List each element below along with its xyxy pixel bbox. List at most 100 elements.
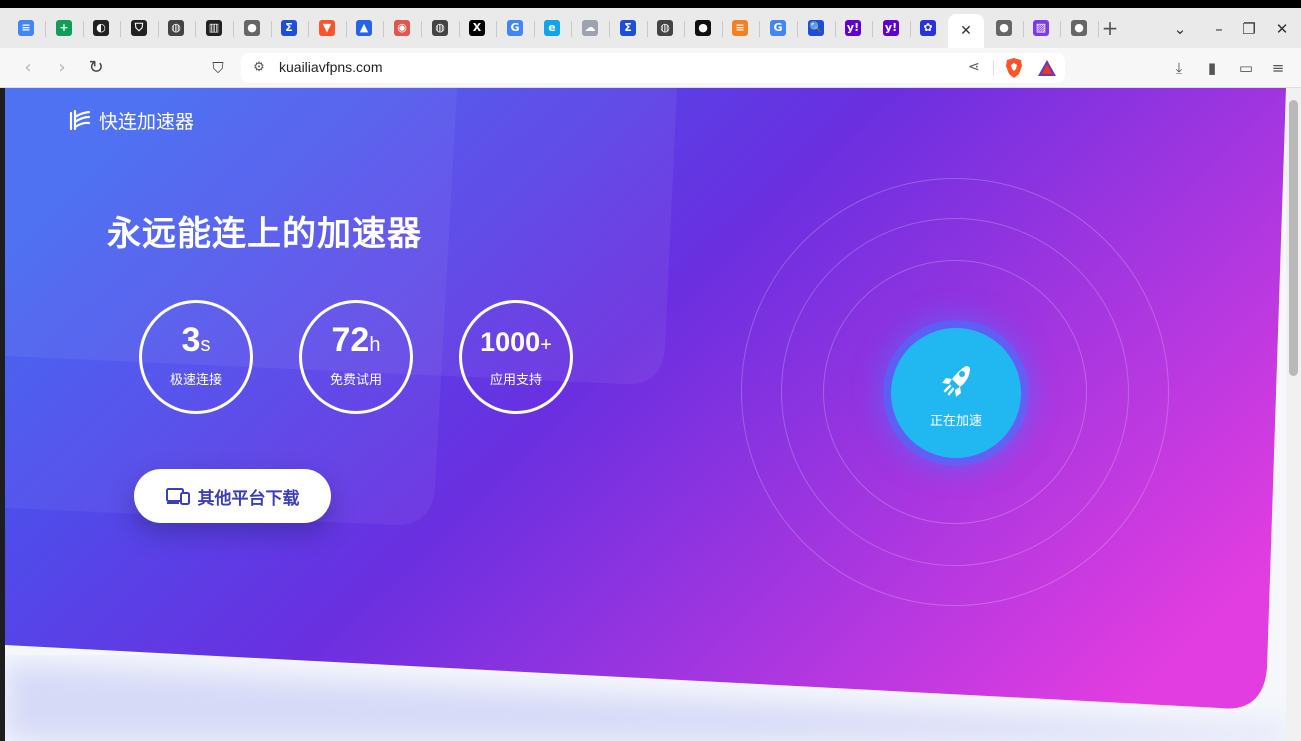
yahoo-icon: y!	[845, 20, 861, 36]
new-tab-button[interactable]: +	[1099, 18, 1121, 40]
omnibox-divider	[993, 60, 994, 76]
globe-grid-icon: ◍	[168, 20, 184, 36]
page-scrollbar[interactable]	[1286, 88, 1301, 741]
circle-swirl-icon: ◐	[93, 20, 109, 36]
tab[interactable]: y!	[873, 14, 909, 42]
x-logo-icon: X	[469, 20, 485, 36]
tab[interactable]: ⛉	[121, 14, 157, 42]
tab[interactable]: Σ	[271, 14, 307, 42]
brand-name: 快连加速器	[99, 110, 195, 133]
globe-icon: ●	[1071, 20, 1087, 36]
menu-icon[interactable]: ≡	[1268, 58, 1288, 78]
brave-rewards-icon[interactable]	[1037, 58, 1057, 78]
magnifier-icon: 🔍	[808, 20, 824, 36]
wallet-icon[interactable]: ▭	[1236, 58, 1256, 78]
tab[interactable]: 🔍	[798, 14, 834, 42]
restore-button[interactable]: ❐	[1240, 20, 1258, 38]
sheets-icon: +	[56, 20, 72, 36]
minimize-button[interactable]: –	[1210, 20, 1228, 38]
tab-strip: + ⌄ – ❐ ✕ ≡ + ◐ ⛉ ◍ ▥ ● Σ ▼ ▲ ◉ ◍ X Ge ☁ Σ ◍ ● ≡ G 🔍 y! y! ✿ ✕ ● ▨…	[0, 0, 1301, 48]
tab[interactable]: X	[459, 14, 495, 42]
vpn-site-icon: ▨	[1033, 20, 1049, 36]
stat-value: 3s	[181, 321, 211, 359]
yahoo-icon: y!	[883, 20, 899, 36]
address-bar[interactable]: ⚙ kuailiavfpns.com ⋖	[241, 53, 1065, 83]
tab[interactable]: G	[760, 14, 796, 42]
shield-icon: ⛉	[131, 20, 147, 36]
tab[interactable]: ◉	[384, 14, 420, 42]
tab[interactable]: ▲	[346, 14, 382, 42]
brand-mark-icon	[69, 109, 91, 131]
tab[interactable]: G	[497, 14, 533, 42]
bank-icon: ▥	[206, 20, 222, 36]
share-icon[interactable]: ⋖	[968, 59, 980, 75]
devices-icon	[165, 488, 190, 505]
cloud-icon: ☁	[582, 20, 598, 36]
tab[interactable]: ●	[1061, 14, 1097, 42]
brand-logo[interactable]: 快连加速器	[69, 107, 194, 133]
download-button-label: 其他平台下载	[197, 488, 300, 509]
sidebar-icon[interactable]: ▮	[1202, 58, 1222, 78]
flask-icon: ▲	[356, 20, 372, 36]
stat-value: 72h	[331, 321, 381, 359]
stat-connect-speed: 3s 极速连接	[139, 300, 253, 414]
brave-lion-icon: ▼	[319, 20, 335, 36]
url-text[interactable]: kuailiavfpns.com	[279, 59, 383, 75]
sigma-icon: Σ	[281, 20, 297, 36]
site-settings-icon[interactable]: ⚙	[251, 60, 267, 76]
stat-label: 应用支持	[489, 373, 542, 388]
tab[interactable]: +	[46, 14, 82, 42]
tab[interactable]: ☁	[572, 14, 608, 42]
google-icon: G	[770, 20, 786, 36]
tab[interactable]: ✿	[910, 14, 946, 42]
tab[interactable]: ▼	[309, 14, 345, 42]
tab[interactable]: y!	[835, 14, 871, 42]
tab[interactable]: e	[534, 14, 570, 42]
docs-icon: ≡	[18, 20, 34, 36]
globe-grid-icon: ◍	[657, 20, 673, 36]
brave-shields-icon[interactable]	[1004, 57, 1024, 79]
other-platforms-download-button[interactable]: 其他平台下载	[134, 469, 331, 523]
accelerate-status: 正在加速	[929, 414, 982, 429]
stat-label: 免费试用	[329, 373, 382, 388]
edge-icon: e	[544, 20, 560, 36]
tab[interactable]: ◍	[647, 14, 683, 42]
stat-app-support: 1000+ 应用支持	[459, 300, 573, 414]
globe-icon: ●	[996, 20, 1012, 36]
tab[interactable]: ≡	[8, 14, 44, 42]
tab[interactable]: ●	[986, 14, 1022, 42]
close-icon[interactable]: ✕	[958, 23, 974, 39]
tab[interactable]: ▨	[1023, 14, 1059, 42]
github-icon: ●	[695, 20, 711, 36]
bookmark-icon[interactable]: ⛉	[207, 57, 229, 79]
tab[interactable]: ▥	[196, 14, 232, 42]
accelerate-button[interactable]: 正在加速	[891, 328, 1021, 458]
reload-button[interactable]: ↻	[85, 57, 107, 79]
stat-value: 1000+	[480, 327, 552, 357]
hero-headline: 永远能连上的加速器	[107, 214, 422, 254]
tab[interactable]: ◍	[422, 14, 458, 42]
tab[interactable]: Σ	[610, 14, 646, 42]
tab[interactable]: ●	[234, 14, 270, 42]
rocket-icon	[942, 366, 970, 397]
baidu-paw-icon: ✿	[920, 20, 936, 36]
red-shield-icon: ◉	[394, 20, 410, 36]
browser-toolbar: ‹ › ↻ ⛉ ⚙ kuailiavfpns.com ⋖ ⤓ ▮ ▭ ≡	[0, 48, 1301, 88]
stat-free-trial: 72h 免费试用	[299, 300, 413, 414]
downloads-icon[interactable]: ⤓	[1169, 58, 1189, 78]
tab[interactable]: ◍	[158, 14, 194, 42]
forward-button[interactable]: ›	[51, 57, 73, 79]
sigma-icon: Σ	[620, 20, 636, 36]
globe-icon: ●	[244, 20, 260, 36]
stat-label: 极速连接	[169, 373, 222, 388]
tab-active[interactable]: ✕	[948, 14, 984, 48]
tab[interactable]: ◐	[83, 14, 119, 42]
page-viewport: 快连加速器 永远能连上的加速器 3s 极速连接 72h 免费试用 1000+ 应…	[5, 88, 1286, 741]
window-close-button[interactable]: ✕	[1273, 20, 1291, 38]
tab[interactable]: ≡	[722, 14, 758, 42]
back-button[interactable]: ‹	[17, 57, 39, 79]
scrollbar-thumb[interactable]	[1289, 100, 1298, 376]
tab[interactable]: ●	[685, 14, 721, 42]
tab-separator	[1098, 21, 1099, 37]
tab-list-button[interactable]: ⌄	[1171, 20, 1189, 38]
